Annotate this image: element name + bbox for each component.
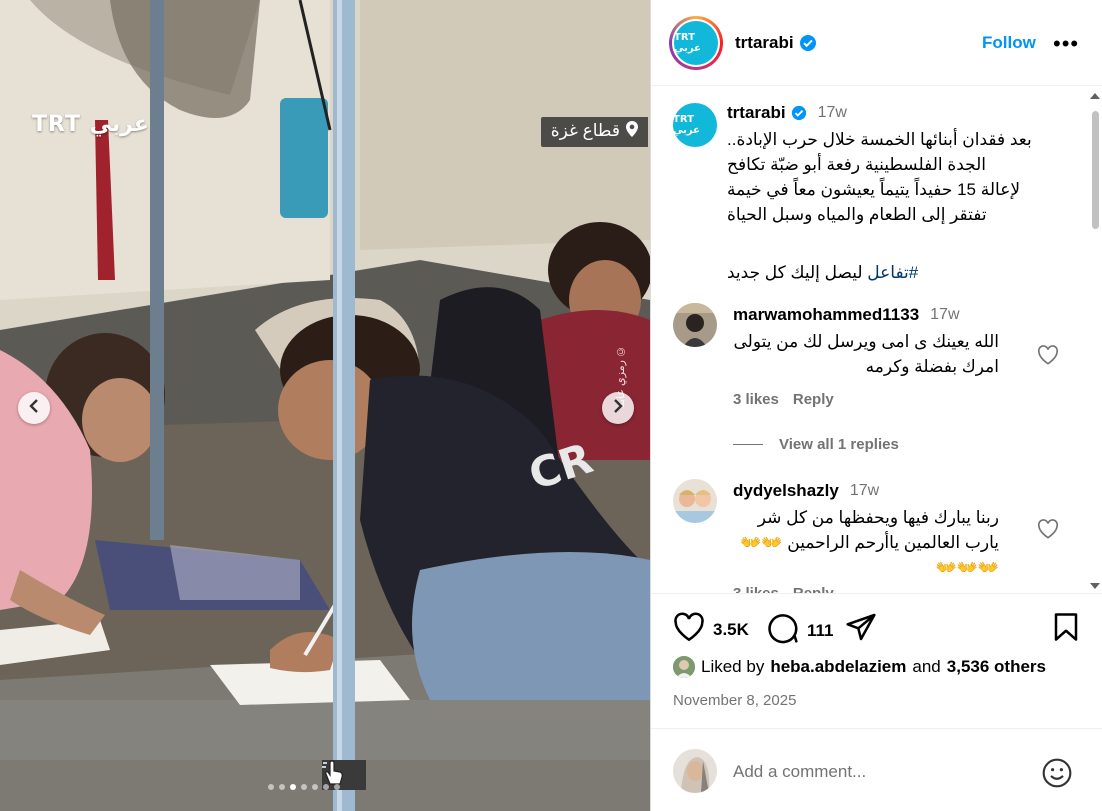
comment-meta: 3 likes Reply	[733, 391, 834, 408]
location-pin-icon	[626, 121, 638, 147]
caption-cta: #تفاعل ليصل إليك كل جديد	[727, 263, 918, 283]
add-comment-bar	[651, 728, 1102, 811]
liked-by-summary: Liked by heba.abdelaziem and 3,536 other…	[673, 656, 1046, 678]
caption-avatar[interactable]: TRT عربي	[673, 103, 717, 147]
comments-scroll-area[interactable]: TRT عربي trtarabi 17w بعد فقدان أبنائها …	[651, 87, 1102, 594]
paper-plane-icon	[845, 612, 877, 647]
replies-divider	[733, 444, 763, 445]
view-replies-label[interactable]: View all 1 replies	[779, 436, 899, 453]
post-date[interactable]: November 8, 2025	[673, 692, 796, 709]
slide-dot	[334, 784, 340, 790]
follow-button[interactable]: Follow	[982, 33, 1036, 53]
caption-line: بعد فقدان أبنائها الخمسة خلال حرب الإباد…	[727, 130, 1032, 149]
caption-time[interactable]: 17w	[818, 104, 847, 122]
hashtag-link[interactable]: #تفاعل	[867, 263, 918, 282]
header-username[interactable]: trtarabi	[735, 33, 817, 53]
comment-bubble-icon	[767, 612, 799, 649]
caption-header: trtarabi 17w	[727, 103, 847, 123]
slide-dot	[268, 784, 274, 790]
bookmark-icon	[1053, 612, 1079, 647]
location-label: قطاع غزة	[550, 121, 620, 140]
avatar: TRT عربي	[674, 20, 718, 65]
caption-line: الجدة الفلسطينية رفعة أبو ضبّة تكافح	[727, 155, 987, 174]
commenter-avatar[interactable]	[673, 479, 717, 523]
verified-badge-icon	[799, 34, 817, 52]
comment-time[interactable]: 17w	[930, 306, 959, 324]
next-slide-button[interactable]	[602, 392, 634, 424]
current-user-avatar	[673, 749, 717, 793]
share-button[interactable]	[845, 612, 877, 647]
comment-username[interactable]: marwamohammed1133	[733, 305, 919, 325]
comment-header: marwamohammed1133 17w	[733, 305, 960, 325]
slide-dot	[301, 784, 307, 790]
scroll-down-arrow-icon[interactable]	[1090, 583, 1100, 589]
comment-header: dydyelshazly 17w	[733, 481, 879, 501]
caption-line: تفتقر إلى الطعام والمياه وسبل الحياة	[727, 205, 987, 224]
comment-time[interactable]: 17w	[850, 482, 879, 500]
like-comment-heart-icon[interactable]	[1037, 519, 1059, 544]
liked-by-prefix: Liked by	[701, 657, 765, 676]
scrollbar-thumb[interactable]	[1092, 111, 1099, 229]
comment-meta: 3 likes Reply	[733, 585, 834, 593]
post-actions-bar: 3.5K 111	[673, 612, 1083, 646]
emoji-smiley-icon[interactable]	[1041, 757, 1073, 794]
comment-likes[interactable]: 3 likes	[733, 391, 779, 408]
cta-text: ليصل إليك كل جديد	[727, 263, 863, 282]
likes-count[interactable]: 3.5K	[713, 620, 749, 640]
slide-dot	[279, 784, 285, 790]
others-count-link[interactable]: 3,536 others	[947, 657, 1046, 677]
liker-avatar[interactable]	[673, 656, 695, 678]
post-side-panel: TRT عربي trtarabi Follow ••• TRT عربي tr…	[650, 0, 1102, 811]
username-label[interactable]: trtarabi	[735, 33, 794, 53]
liker-username[interactable]: heba.abdelaziem	[770, 657, 906, 677]
comments-scrollbar[interactable]	[1089, 93, 1101, 589]
like-comment-heart-icon[interactable]	[1037, 345, 1059, 370]
slide-dot	[323, 784, 329, 790]
scroll-up-arrow-icon[interactable]	[1090, 93, 1100, 99]
trt-arabi-watermark: TRT عربي	[32, 112, 149, 137]
chevron-left-icon	[28, 398, 40, 418]
reply-button[interactable]: Reply	[793, 391, 834, 408]
profile-avatar-story-ring[interactable]: TRT عربي	[669, 15, 723, 70]
caption-text: بعد فقدان أبنائها الخمسة خلال حرب الإباد…	[727, 127, 1057, 227]
slide-indicator	[268, 784, 340, 790]
caption-username[interactable]: trtarabi	[727, 103, 786, 123]
comment-text: الله يعينك ى امى ويرسل لك من يتولى امرك …	[733, 332, 999, 376]
verified-badge-icon	[791, 105, 807, 121]
chevron-right-icon	[612, 398, 624, 418]
reply-button[interactable]: Reply	[793, 585, 834, 593]
save-button[interactable]	[1053, 612, 1079, 647]
add-comment-input[interactable]	[733, 759, 1033, 785]
liked-by-and: and	[912, 657, 941, 676]
slide-dot	[312, 784, 318, 790]
like-button[interactable]: 3.5K	[673, 612, 749, 647]
location-tag: قطاع غزة	[540, 117, 648, 147]
comment-username[interactable]: dydyelshazly	[733, 481, 839, 501]
caption-line: لإعالة 15 حفيداً يتيماً يعيشون معاً في خ…	[727, 180, 1021, 199]
comment-likes[interactable]: 3 likes	[733, 585, 779, 593]
comment-button[interactable]: 111	[767, 612, 834, 649]
previous-slide-button[interactable]	[18, 392, 50, 424]
slide-dot	[290, 784, 296, 790]
post-header: TRT عربي trtarabi Follow •••	[651, 0, 1102, 86]
comment-text: ربنا يبارك فيها ويحفظها من كل شر يارب ال…	[740, 508, 999, 577]
more-options-icon[interactable]: •••	[1053, 31, 1079, 57]
view-replies-button[interactable]: View all 1 replies	[733, 436, 899, 453]
heart-icon	[673, 612, 705, 647]
comments-count[interactable]: 111	[807, 621, 834, 641]
post-media[interactable]: CR TRT عربي قطاع غزة رمزي عابد ©	[0, 0, 650, 811]
commenter-avatar[interactable]	[673, 303, 717, 347]
